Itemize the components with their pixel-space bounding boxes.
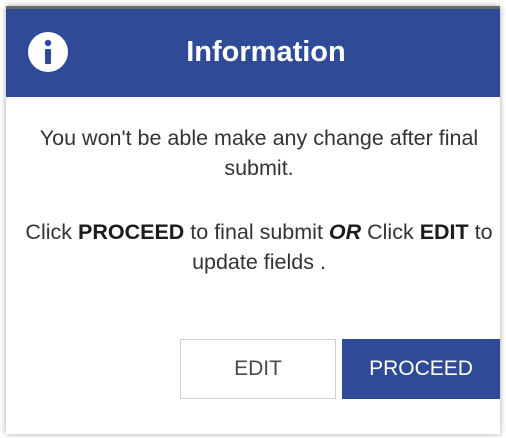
dialog-header: Information [6, 6, 500, 97]
instruction-message: Click PROCEED to final submit OR Click E… [20, 217, 498, 277]
instruction-text: Click [25, 220, 78, 244]
edit-button[interactable]: EDIT [180, 339, 336, 399]
information-dialog: Information You won't be able make any c… [6, 6, 500, 434]
instruction-text: to final submit [184, 220, 329, 244]
or-keyword: OR [328, 220, 362, 244]
warning-message: You won't be able make any change after … [39, 126, 479, 180]
proceed-keyword: PROCEED [77, 220, 185, 244]
proceed-button[interactable]: PROCEED [342, 339, 500, 399]
instruction-text: Click [361, 220, 420, 244]
dialog-title: Information [186, 36, 346, 68]
edit-keyword: EDIT [419, 220, 469, 244]
info-icon [28, 32, 68, 72]
